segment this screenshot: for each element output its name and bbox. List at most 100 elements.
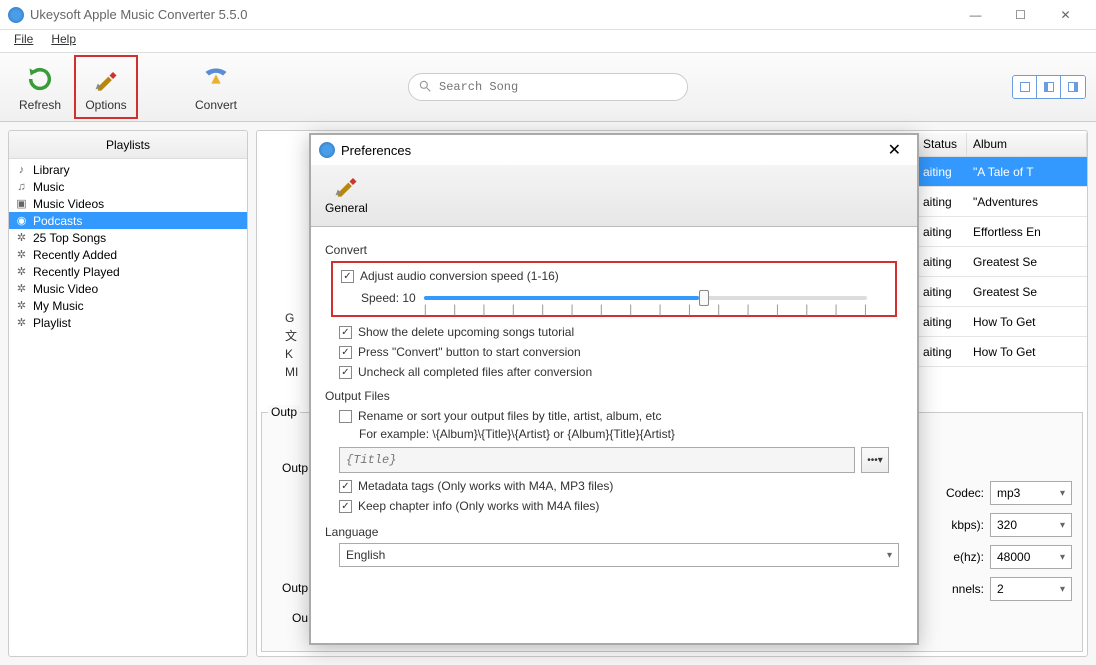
playlist-item-music-video[interactable]: ✲ Music Video <box>9 280 247 297</box>
maximize-button[interactable]: ☐ <box>998 1 1043 29</box>
view-mode-1[interactable] <box>1013 76 1037 98</box>
cell-album: "Adventures <box>967 195 1087 209</box>
cell-status: aiting <box>917 165 967 179</box>
playlist-label: Music Video <box>33 282 98 296</box>
table-row[interactable]: aitingHow To Get <box>917 307 1087 337</box>
partial-text-behind: G 文 K MI <box>285 309 298 381</box>
search-container <box>408 73 688 101</box>
gear-pencil-icon <box>332 171 360 199</box>
menu-file[interactable]: File <box>6 30 41 52</box>
pref-tab-general[interactable]: General <box>319 169 374 222</box>
toolbar: Refresh Options Convert <box>0 52 1096 122</box>
video-icon: ▣ <box>15 197 28 210</box>
library-icon: ♪ <box>15 163 28 176</box>
table-row[interactable]: aitingGreatest Se <box>917 277 1087 307</box>
playlist-label: Podcasts <box>33 214 82 228</box>
press-convert-label: Press "Convert" button to start conversi… <box>358 345 581 359</box>
refresh-button[interactable]: Refresh <box>10 57 70 117</box>
playlist-item-music-videos[interactable]: ▣Music Videos <box>9 195 247 212</box>
bitrate-label: kbps): <box>951 518 984 532</box>
sidebar-header: Playlists <box>9 131 247 159</box>
playlist-item-my-music[interactable]: ✲My Music <box>9 297 247 314</box>
samplerate-select[interactable]: 48000 <box>990 545 1072 569</box>
app-icon <box>8 7 24 23</box>
show-tutorial-checkbox[interactable] <box>339 326 352 339</box>
playlist-item-25-top-songs[interactable]: ✲25 Top Songs <box>9 229 247 246</box>
gear-icon: ✲ <box>15 316 28 329</box>
options-button[interactable]: Options <box>76 57 136 117</box>
podcast-icon: ◉ <box>15 214 28 227</box>
playlist-item-podcasts[interactable]: ◉ Podcasts <box>9 212 247 229</box>
close-button[interactable]: ✕ <box>1043 1 1088 29</box>
speed-value-label: Speed: 10 <box>361 291 416 305</box>
codec-select[interactable]: mp3 <box>990 481 1072 505</box>
menu-help[interactable]: Help <box>43 30 84 52</box>
cell-album: "A Tale of T <box>967 165 1087 179</box>
songs-table: Status Album aiting"A Tale of Taiting"Ad… <box>917 133 1087 367</box>
output-panel-title: Outp <box>268 405 300 419</box>
minimize-button[interactable]: — <box>953 1 998 29</box>
gear-icon: ✲ <box>15 248 28 261</box>
press-convert-checkbox[interactable] <box>339 346 352 359</box>
pref-close-button[interactable]: ✕ <box>880 138 909 162</box>
playlist-item-library[interactable]: ♪ Library <box>9 161 247 178</box>
table-row[interactable]: aitingHow To Get <box>917 337 1087 367</box>
convert-button[interactable]: Convert <box>186 57 246 117</box>
table-row[interactable]: aiting"Adventures <box>917 187 1087 217</box>
uncheck-completed-checkbox[interactable] <box>339 366 352 379</box>
music-icon: ♫ <box>15 180 28 193</box>
uncheck-completed-label: Uncheck all completed files after conver… <box>358 365 592 379</box>
col-status[interactable]: Status <box>917 133 967 156</box>
adjust-speed-label: Adjust audio conversion speed (1-16) <box>360 269 559 283</box>
adjust-speed-checkbox[interactable] <box>341 270 354 283</box>
sidebar: Playlists ♪ Library♫Music▣Music Videos ◉ Po… <box>8 130 248 657</box>
view-mode-3[interactable] <box>1061 76 1085 98</box>
playlist-item-recently-played[interactable]: ✲ Recently Played <box>9 263 247 280</box>
metadata-checkbox[interactable] <box>339 480 352 493</box>
codec-label: Codec: <box>946 486 984 500</box>
show-tutorial-label: Show the delete upcoming songs tutorial <box>358 325 574 339</box>
playlist-label: Library <box>33 163 70 177</box>
playlist-item-playlist[interactable]: ✲Playlist <box>9 314 247 331</box>
chapter-label: Keep chapter info (Only works with M4A f… <box>358 499 599 513</box>
search-input[interactable] <box>408 73 688 101</box>
rename-example: For example: \{Album}\{Title}\{Artist} o… <box>359 427 889 441</box>
bitrate-select[interactable]: 320 <box>990 513 1072 537</box>
speed-slider[interactable]: |||||||||||||||| <box>424 296 867 300</box>
rename-token-button[interactable]: •••▾ <box>861 447 889 473</box>
view-mode-2[interactable] <box>1037 76 1061 98</box>
chapter-checkbox[interactable] <box>339 500 352 513</box>
table-row[interactable]: aiting"A Tale of T <box>917 157 1087 187</box>
convert-label: Convert <box>195 98 237 112</box>
cell-status: aiting <box>917 285 967 299</box>
refresh-icon <box>24 63 56 95</box>
col-album[interactable]: Album <box>967 133 1087 156</box>
pref-title: Preferences <box>341 143 411 158</box>
channels-label: nnels: <box>952 582 984 596</box>
playlist-label: Recently Added <box>33 248 117 262</box>
gear-icon: ✲ <box>15 282 28 295</box>
options-icon <box>90 63 122 95</box>
cell-album: How To Get <box>967 315 1087 329</box>
cell-album: Greatest Se <box>967 285 1087 299</box>
playlist-label: Recently Played <box>33 265 120 279</box>
playlist-item-recently-added[interactable]: ✲ Recently Added <box>9 246 247 263</box>
rename-pattern-input[interactable] <box>339 447 855 473</box>
samplerate-label: e(hz): <box>953 550 984 564</box>
output-label-3: Ou <box>270 611 308 625</box>
rename-checkbox[interactable] <box>339 410 352 423</box>
gear-icon: ✲ <box>15 265 28 278</box>
table-row[interactable]: aitingGreatest Se <box>917 247 1087 277</box>
playlist-item-music[interactable]: ♫Music <box>9 178 247 195</box>
cell-status: aiting <box>917 255 967 269</box>
language-select[interactable]: English <box>339 543 899 567</box>
cell-status: aiting <box>917 195 967 209</box>
view-mode-group <box>1012 75 1086 99</box>
table-row[interactable]: aitingEffortless En <box>917 217 1087 247</box>
cell-status: aiting <box>917 315 967 329</box>
playlist-label: 25 Top Songs <box>33 231 106 245</box>
options-highlight: Options <box>74 55 138 119</box>
channels-select[interactable]: 2 <box>990 577 1072 601</box>
playlist-label: My Music <box>33 299 84 313</box>
cell-album: Effortless En <box>967 225 1087 239</box>
